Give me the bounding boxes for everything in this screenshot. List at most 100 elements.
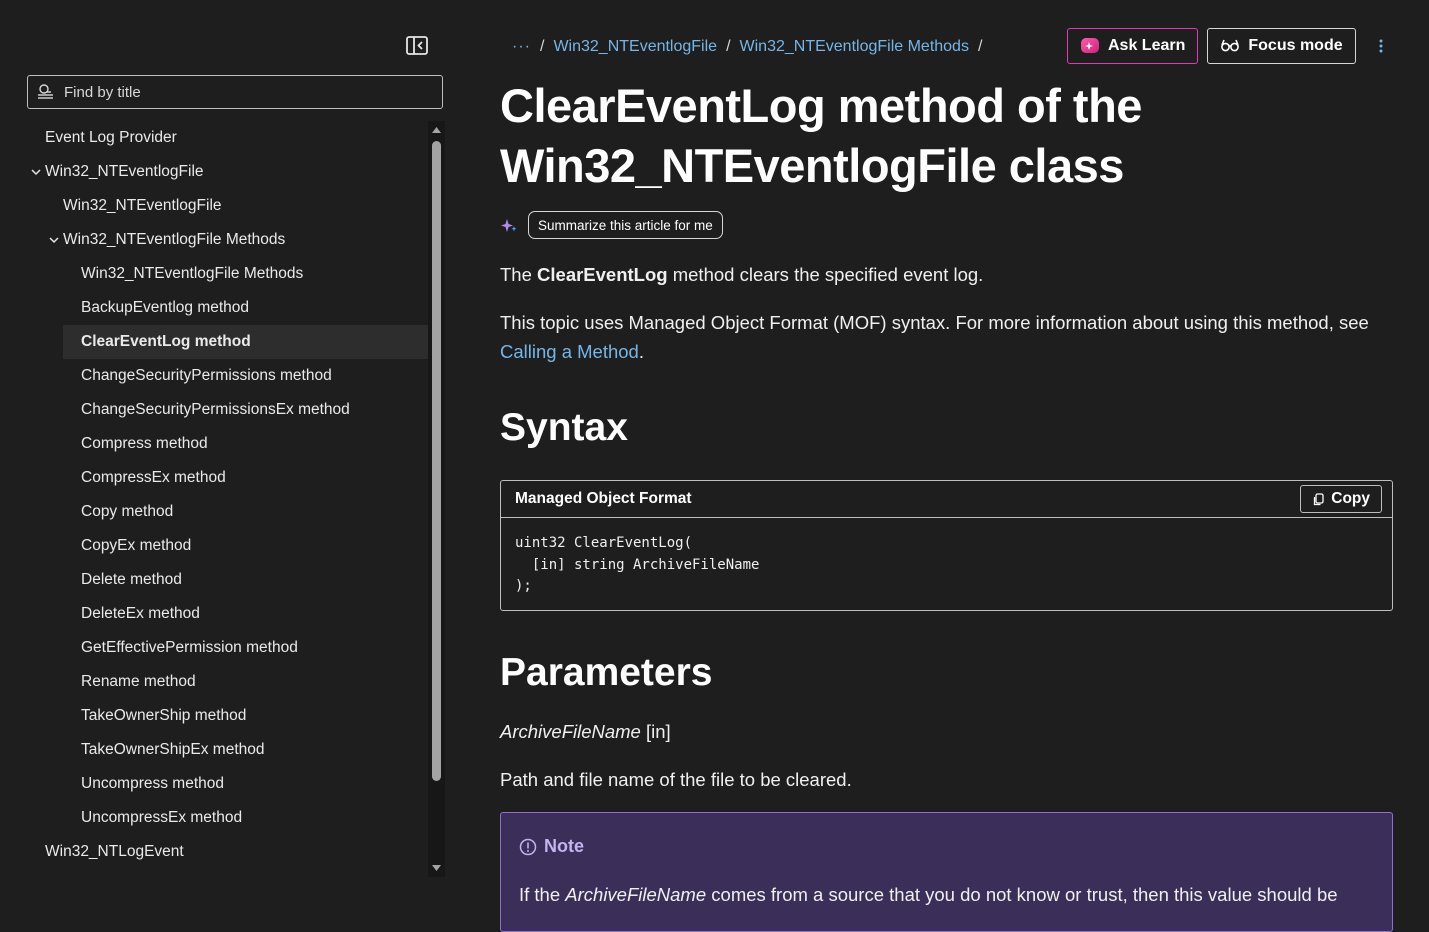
- toc-item[interactable]: Win32_NTLogEvent: [27, 835, 428, 869]
- parameter-name-text: ArchiveFileName: [500, 721, 641, 742]
- breadcrumb-separator: /: [726, 38, 731, 55]
- copy-label: Copy: [1331, 490, 1370, 507]
- toc-item[interactable]: TakeOwnerShipEx method: [27, 733, 428, 767]
- filter-icon: [38, 84, 53, 99]
- toc-item-label: CompressEx method: [81, 469, 226, 486]
- copy-code-button[interactable]: Copy: [1300, 485, 1382, 513]
- breadcrumb-link-methods[interactable]: Win32_NTEventlogFile Methods: [740, 38, 969, 56]
- toc-item-label: Delete method: [81, 571, 182, 588]
- glasses-icon: [1221, 39, 1240, 52]
- toc-item-label: Copy method: [81, 503, 174, 520]
- toc-item-label: Win32_NTEventlogFile Methods: [63, 231, 286, 248]
- code-block: Managed Object Format Copy uint32 ClearE…: [500, 480, 1393, 611]
- toc-item[interactable]: Win32_NTEventlogFile: [27, 189, 428, 223]
- toc-item[interactable]: CopyEx method: [27, 529, 428, 563]
- toc-item-label: Win32_NTEventlogFile: [63, 197, 222, 214]
- focus-mode-button[interactable]: Focus mode: [1207, 28, 1356, 64]
- panel-collapse-icon: [406, 35, 428, 55]
- toc-item-label: ChangeSecurityPermissions method: [81, 367, 332, 384]
- top-actions: Ask Learn Focus mode: [1067, 28, 1384, 64]
- toc-item[interactable]: UncompressEx method: [27, 801, 428, 835]
- toc-item-label: Uncompress method: [81, 775, 225, 792]
- code-block-header: Managed Object Format Copy: [501, 481, 1392, 518]
- toc-item-label: UncompressEx method: [81, 809, 243, 826]
- intro-text-end: method clears the specified event log.: [667, 264, 984, 285]
- chevron-down-icon[interactable]: [48, 234, 60, 246]
- toc-item[interactable]: DeleteEx method: [27, 597, 428, 631]
- toc-item[interactable]: TakeOwnerShip method: [27, 699, 428, 733]
- summarize-row: Summarize this article for me: [500, 211, 723, 239]
- note-title: Note: [519, 836, 584, 857]
- toc-item-label: GetEffectivePermission method: [81, 639, 298, 656]
- toc-item-label: Compress method: [81, 435, 208, 452]
- breadcrumb-more[interactable]: ···: [512, 38, 531, 56]
- more-options-button[interactable]: [1378, 38, 1384, 54]
- toc-scrollbar[interactable]: [428, 121, 445, 877]
- ask-learn-button[interactable]: Ask Learn: [1067, 28, 1199, 64]
- toc-item[interactable]: Win32_NTEventlogFile: [27, 155, 428, 189]
- note-text-end: comes from a source that you do not know…: [706, 884, 1338, 905]
- note-text-param: ArchiveFileName: [565, 884, 707, 905]
- scroll-thumb[interactable]: [432, 141, 441, 781]
- toc-item-label: ChangeSecurityPermissionsEx method: [81, 401, 350, 418]
- toc-item[interactable]: GetEffectivePermission method: [27, 631, 428, 665]
- toc-item-label: CopyEx method: [81, 537, 192, 554]
- toc-item-label: Win32_NTEventlogFile: [45, 163, 204, 180]
- toc-item-label: BackupEventlog method: [81, 299, 250, 316]
- note-title-text: Note: [544, 836, 584, 856]
- toc-item-label: Win32_NTEventlogFile Methods: [81, 265, 304, 282]
- ask-learn-label: Ask Learn: [1108, 37, 1186, 54]
- calling-a-method-link[interactable]: Calling a Method: [500, 341, 639, 362]
- scroll-down-arrow-icon[interactable]: [431, 863, 442, 873]
- toc-item[interactable]: ChangeSecurityPermissionsEx method: [27, 393, 428, 427]
- toc-item[interactable]: Event Log Provider: [27, 121, 428, 155]
- note-text: If the ArchiveFileName comes from a sour…: [519, 880, 1338, 909]
- toc-item-label: TakeOwnerShip method: [81, 707, 247, 724]
- note-callout: Note If the ArchiveFileName comes from a…: [500, 812, 1393, 932]
- table-of-contents: Event Log Provider Win32_NTEventlogFile Wi…: [27, 121, 428, 877]
- sidebar: Find by title Event Log Provider Win32_NT…: [0, 0, 460, 900]
- toc-item[interactable]: Win32_NTEventlogFile Methods: [27, 223, 428, 257]
- toc-item[interactable]: Compress method: [27, 427, 428, 461]
- filter-placeholder: Find by title: [64, 83, 141, 101]
- toc-item[interactable]: ChangeSecurityPermissions method: [27, 359, 428, 393]
- toc-item[interactable]: Win32_NTEventlogFile Methods: [27, 257, 428, 291]
- toc-item[interactable]: Delete method: [27, 563, 428, 597]
- intro-text: The: [500, 264, 538, 285]
- more-vertical-icon: [1379, 39, 1383, 53]
- note-text-start: If the: [519, 884, 566, 905]
- breadcrumb-link-class[interactable]: Win32_NTEventlogFile: [553, 38, 717, 56]
- summarize-article-button[interactable]: Summarize this article for me: [528, 211, 723, 239]
- parameters-heading: Parameters: [500, 651, 713, 694]
- filter-by-title-input[interactable]: Find by title: [27, 75, 443, 109]
- toc-item-label: Event Log Provider: [45, 129, 177, 146]
- info-icon: [519, 838, 537, 855]
- breadcrumb: ··· / Win32_NTEventlogFile / Win32_NTEve…: [500, 36, 991, 58]
- chevron-down-icon[interactable]: [30, 166, 42, 178]
- toc-item-label: ClearEventLog method: [81, 333, 251, 350]
- toc-item[interactable]: Uncompress method: [27, 767, 428, 801]
- toc-item[interactable]: CompressEx method: [27, 461, 428, 495]
- toc-item-label: TakeOwnerShipEx method: [81, 741, 265, 758]
- parameter-name: ArchiveFileName [in]: [500, 717, 671, 746]
- toc-item-active[interactable]: ClearEventLog method: [63, 325, 428, 359]
- mof-text-end: .: [638, 341, 644, 362]
- toc-item[interactable]: Copy method: [27, 495, 428, 529]
- code-content: uint32 ClearEventLog( [in] string Archiv…: [515, 535, 760, 594]
- code-language-label: Managed Object Format: [515, 490, 692, 507]
- toc-item[interactable]: BackupEventlog method: [27, 291, 428, 325]
- breadcrumb-separator: /: [539, 38, 545, 55]
- collapse-sidebar-button[interactable]: [405, 35, 429, 55]
- toc-item[interactable]: Rename method: [27, 665, 428, 699]
- main-content: ··· / Win32_NTEventlogFile / Win32_NTEve…: [500, 0, 1393, 932]
- sparkle-icon: [501, 219, 517, 232]
- breadcrumb-separator: /: [977, 38, 983, 55]
- scroll-up-arrow-icon[interactable]: [431, 125, 442, 135]
- mof-text: This topic uses Managed Object Format (M…: [500, 312, 1369, 333]
- toc-item-label: Win32_NTLogEvent: [45, 843, 184, 860]
- parameter-description: Path and file name of the file to be cle…: [500, 769, 852, 790]
- toc-item-label: DeleteEx method: [81, 605, 200, 622]
- copy-icon: [1314, 492, 1324, 505]
- mof-paragraph: This topic uses Managed Object Format (M…: [500, 308, 1393, 366]
- focus-mode-label: Focus mode: [1248, 37, 1343, 54]
